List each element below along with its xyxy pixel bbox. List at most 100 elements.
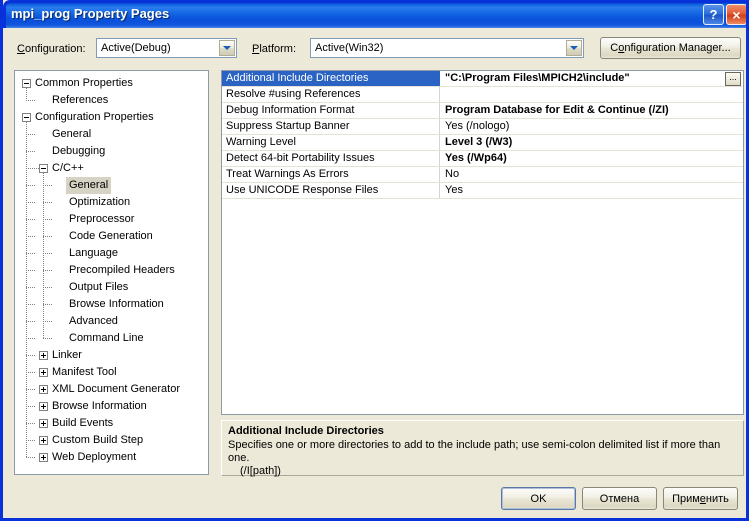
tree-connector-line bbox=[43, 173, 44, 338]
tree-item-label: Debugging bbox=[52, 145, 106, 157]
chevron-down-icon[interactable] bbox=[219, 40, 235, 56]
tree-connector-line bbox=[26, 134, 35, 135]
apply-button-label: Применить bbox=[672, 492, 729, 505]
help-icon[interactable]: ? bbox=[703, 4, 724, 25]
grid-row[interactable]: Warning Level Level 3 (/W3) bbox=[222, 135, 743, 151]
tree-item-label: Language bbox=[69, 247, 118, 259]
property-name: Use UNICODE Response Files bbox=[222, 183, 440, 198]
cancel-button[interactable]: Отмена bbox=[582, 487, 657, 510]
tree-connector-line bbox=[43, 304, 52, 305]
tree-item-label: C/C++ bbox=[52, 162, 84, 174]
grid-row[interactable]: Resolve #using References bbox=[222, 87, 743, 103]
grid-row[interactable]: Suppress Startup Banner Yes (/nologo) bbox=[222, 119, 743, 135]
window-title: mpi_prog Property Pages bbox=[11, 6, 170, 21]
tree-connector-line bbox=[26, 151, 35, 152]
platform-label: Platform: bbox=[252, 43, 297, 55]
tree-connector-line bbox=[43, 270, 52, 271]
expand-icon[interactable] bbox=[39, 453, 48, 462]
configuration-value: Active(Debug) bbox=[101, 42, 171, 54]
grid-row[interactable]: Debug Information Format Program Database… bbox=[222, 103, 743, 119]
property-name: Treat Warnings As Errors bbox=[222, 167, 440, 182]
tree-item-label: References bbox=[52, 94, 109, 106]
dialog-buttons: OK Отмена Применить bbox=[501, 487, 738, 510]
description-title: Additional Include Directories bbox=[228, 425, 384, 437]
property-name: Suppress Startup Banner bbox=[222, 119, 440, 134]
grid-row[interactable]: Use UNICODE Response Files Yes bbox=[222, 183, 743, 199]
expand-icon[interactable] bbox=[39, 368, 48, 377]
tree-connector-line bbox=[43, 185, 52, 186]
tree-connector-line bbox=[26, 355, 35, 356]
window-controls: ? × bbox=[703, 4, 746, 25]
tree-item-debugging[interactable]: Debugging bbox=[15, 143, 208, 160]
property-value[interactable]: Level 3 (/W3) bbox=[440, 135, 743, 150]
platform-value: Active(Win32) bbox=[315, 42, 384, 54]
tree-item-label: Optimization bbox=[69, 196, 131, 208]
property-value[interactable]: "C:\Program Files\MPICH2\include" bbox=[440, 71, 743, 86]
property-name: Debug Information Format bbox=[222, 103, 440, 118]
tree-item-label: Web Deployment bbox=[52, 451, 137, 463]
property-value[interactable]: Yes (/nologo) bbox=[440, 119, 743, 134]
tree-item-common-properties[interactable]: Common Properties bbox=[15, 75, 208, 92]
tree-item-build-events[interactable]: Build Events bbox=[15, 415, 208, 432]
tree-connector-line bbox=[26, 423, 35, 424]
tree-item-manifest-tool[interactable]: Manifest Tool bbox=[15, 364, 208, 381]
chevron-down-icon[interactable] bbox=[566, 40, 582, 56]
configuration-combo[interactable]: Active(Debug) bbox=[96, 38, 237, 58]
tree-item-xml-document-generator[interactable]: XML Document Generator bbox=[15, 381, 208, 398]
collapse-icon[interactable] bbox=[22, 79, 31, 88]
tree-connector-line bbox=[26, 202, 35, 203]
expand-icon[interactable] bbox=[39, 402, 48, 411]
description-text: Specifies one or more directories to add… bbox=[228, 439, 721, 464]
tree-item-general[interactable]: General bbox=[15, 126, 208, 143]
property-pages-dialog: mpi_prog Property Pages ? × Configuratio… bbox=[0, 0, 749, 521]
expand-icon[interactable] bbox=[39, 351, 48, 360]
collapse-icon[interactable] bbox=[39, 164, 48, 173]
expand-icon[interactable] bbox=[39, 385, 48, 394]
tree-connector-line bbox=[26, 406, 35, 407]
grid-row[interactable]: Detect 64-bit Portability Issues Yes (/Wp… bbox=[222, 151, 743, 167]
tree-connector-line bbox=[26, 253, 35, 254]
tree-item-web-deployment[interactable]: Web Deployment bbox=[15, 449, 208, 466]
property-name: Resolve #using References bbox=[222, 87, 440, 102]
platform-combo[interactable]: Active(Win32) bbox=[310, 38, 584, 58]
tree-connector-line bbox=[26, 219, 35, 220]
tree-item-references[interactable]: References bbox=[15, 92, 208, 109]
property-value[interactable]: Program Database for Edit & Continue (/Z… bbox=[440, 103, 743, 118]
tree-item-configuration-properties[interactable]: Configuration Properties bbox=[15, 109, 208, 126]
expand-icon[interactable] bbox=[39, 419, 48, 428]
description-panel: Additional Include Directories Specifies… bbox=[221, 420, 744, 477]
tree-connector-line bbox=[43, 287, 52, 288]
tree-connector-line bbox=[26, 100, 35, 101]
tree-item-label: Configuration Properties bbox=[35, 111, 154, 123]
property-name: Warning Level bbox=[222, 135, 440, 150]
property-grid[interactable]: Additional Include Directories "C:\Progra… bbox=[221, 70, 744, 415]
property-value[interactable]: No bbox=[440, 167, 743, 182]
tree-item-label: Output Files bbox=[69, 281, 129, 293]
tree-connector-line bbox=[26, 321, 35, 322]
grid-row[interactable]: Treat Warnings As Errors No bbox=[222, 167, 743, 183]
title-bar[interactable]: mpi_prog Property Pages ? × bbox=[3, 0, 746, 28]
property-value[interactable] bbox=[440, 87, 743, 102]
configuration-toolbar: Configuration: Active(Debug) Platform: A… bbox=[3, 30, 746, 62]
ok-button[interactable]: OK bbox=[501, 487, 576, 510]
property-tree[interactable]: Common Properties References Configuration… bbox=[14, 70, 209, 475]
tree-item-label: Build Events bbox=[52, 417, 114, 429]
browse-ellipsis-button[interactable]: ... bbox=[725, 72, 741, 86]
tree-connector-line bbox=[26, 185, 35, 186]
expand-icon[interactable] bbox=[39, 436, 48, 445]
tree-item-custom-build-step[interactable]: Custom Build Step bbox=[15, 432, 208, 449]
configuration-manager-button[interactable]: Configuration Manager... bbox=[600, 37, 741, 59]
apply-button[interactable]: Применить bbox=[663, 487, 738, 510]
property-value[interactable]: Yes bbox=[440, 183, 743, 198]
tree-connector-line bbox=[43, 236, 52, 237]
tree-connector-line bbox=[26, 389, 35, 390]
tree-item-linker[interactable]: Linker bbox=[15, 347, 208, 364]
close-icon[interactable]: × bbox=[726, 4, 746, 25]
tree-item-label: Preprocessor bbox=[69, 213, 135, 225]
property-value[interactable]: Yes (/Wp64) bbox=[440, 151, 743, 166]
collapse-icon[interactable] bbox=[22, 113, 31, 122]
grid-row[interactable]: Additional Include Directories "C:\Progra… bbox=[222, 71, 743, 87]
description-text-second-line: (/I[path]) bbox=[240, 465, 281, 477]
property-name: Additional Include Directories bbox=[222, 71, 440, 86]
tree-item-browse-information[interactable]: Browse Information bbox=[15, 398, 208, 415]
